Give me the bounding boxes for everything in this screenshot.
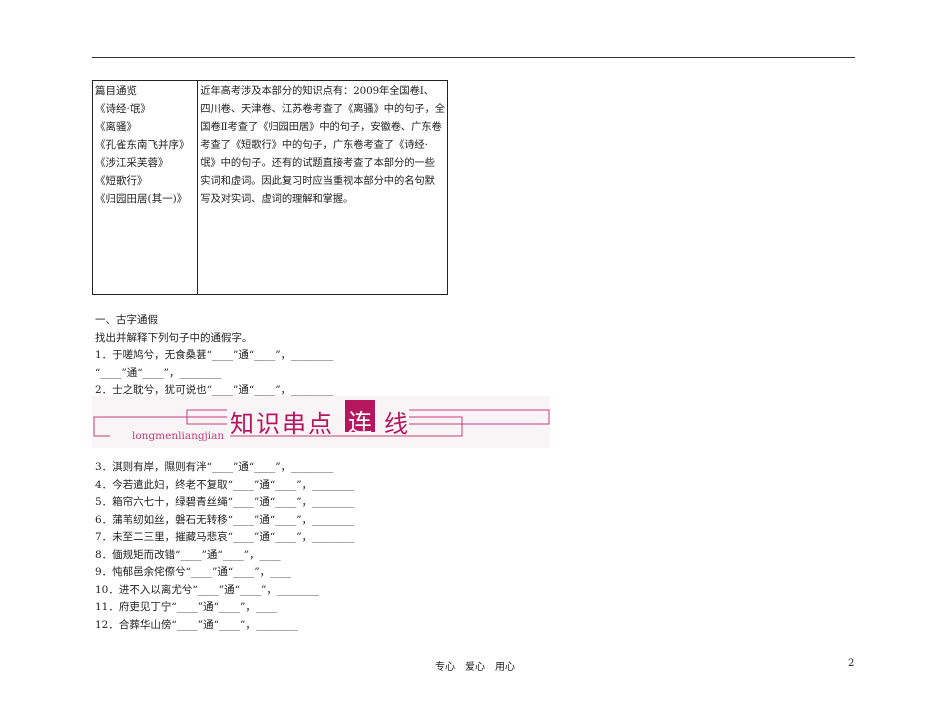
cell-heading: 篇目通览 [95,85,137,97]
exercise-item: 1．于嗟鸠兮，无食桑葚“____”通“____”，________ [95,349,334,362]
exercise-item: 10．进不入以离尤兮“____”通“____”，________ [95,583,319,596]
exercise-item: 4．今若遣此妇，终老不复取“____”通“____”，________ [95,478,355,491]
chapter-title: 《孔雀东南飞并序》 [95,139,190,151]
exercise-item: 5．箱帘六七十，绿碧青丝绳“____”通“____”，________ [95,496,355,508]
notes-line: 国卷Ⅱ考查了《归园田居》中的句子，安徽卷、广东卷 [200,121,442,133]
exercise-item: “____”通“____”，________ [95,366,222,379]
page-number: 2 [848,658,855,669]
notes-line: 氓》中的句子。还有的试题直接考查了本部分的一些 [200,157,435,169]
exercise-item: 7．未至二三里，摧藏马悲哀“____”通“____”，________ [95,531,355,543]
section-banner: 知识串点 连 线 longmenliangjian [92,396,550,448]
banner-subtitle: longmenliangjian [132,430,225,442]
banner-title-box: 连 [348,409,372,437]
chapter-title: 《涉江采芙蓉》 [95,157,169,169]
notes-line: 写及对实词、虚词的理解和掌握。 [200,193,354,205]
chapter-title: 《短歌行》 [95,175,148,187]
exercise-item: 3．淇则有岸，隰则有泮“____”通“____”，________ [95,461,334,473]
section-title: 一、古字通假 [95,314,158,326]
header-rule [92,57,855,58]
exercise-item: 8．偭规矩而改错“____”通“____”，____ [95,548,281,561]
exam-notes-cell: 近年高考涉及本部分的知识点有：2009年全国卷Ⅰ、 四川卷、天津卷、江苏卷考查了… [198,81,447,294]
exercise-item: 6．蒲苇纫如丝，磐石无转移“____”通“____”，________ [95,513,355,526]
chapter-title: 《归园田居(其一)》 [95,193,188,205]
section-intro: 一、古字通假 找出并解释下列句子中的通假字。 1．于嗟鸠兮，无食桑葚“____”… [95,312,333,400]
exercise-list: 3．淇则有岸，隰则有泮“____”通“____”，________ 4．今若遣此… [95,459,354,634]
chapter-title: 《诗经·氓》 [95,103,151,115]
instruction: 找出并解释下列句子中的通假字。 [95,331,253,344]
notes-line: 近年高考涉及本部分的知识点有：2009年全国卷Ⅰ、 [200,85,434,97]
notes-line: 实词和虚词。因此复习时应当重视本部分中的名句默 [200,175,435,187]
exercise-item: 9．忳郁邑余侘傺兮“____”通“____”，____ [95,566,292,578]
footer-text: 专心 爱心 用心 [435,662,515,673]
document-page: 篇目通览 《诗经·氓》 《离骚》 《孔雀东南飞并序》 《涉江采芙蓉》 《短歌行》… [0,0,950,722]
chapter-title: 《离骚》 [95,121,137,133]
notes-line: 考查了《短歌行》中的句子，广东卷考查了《诗经· [200,139,428,151]
exercise-item: 12．合葬华山傍“____”通“____”，________ [95,618,298,631]
notes-line: 四川卷、天津卷、江苏卷考查了《离骚》中的句子，全 [200,103,445,115]
overview-table: 篇目通览 《诗经·氓》 《离骚》 《孔雀东南飞并序》 《涉江采芙蓉》 《短歌行》… [92,80,448,295]
banner-title: 知识串点 [230,410,334,438]
chapter-list-cell: 篇目通览 《诗经·氓》 《离骚》 《孔雀东南飞并序》 《涉江采芙蓉》 《短歌行》… [93,81,199,294]
banner-title-end: 线 [384,410,408,438]
exercise-item: 11．府吏见丁宁“____”通“____”，____ [95,601,277,613]
